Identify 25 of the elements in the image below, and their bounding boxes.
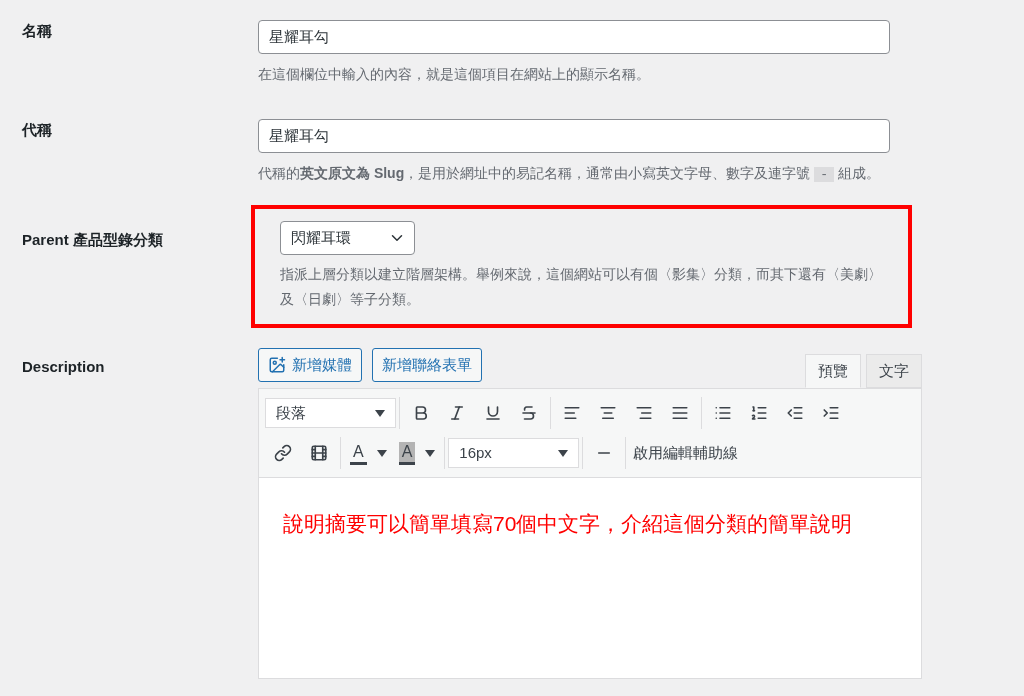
field-label: 代稱 (22, 121, 52, 138)
help-text: 指派上層分類以建立階層架構。舉例來說，這個網站可以有個〈影集〉分類，而其下還有〈美劇〉及〈日劇〉等子分類。 (280, 265, 883, 309)
font-size-select[interactable]: 16px (448, 438, 580, 468)
dropdown-arrow-icon (558, 449, 569, 457)
add-form-button[interactable]: 新增聯絡表單 (372, 348, 482, 382)
text-input[interactable]: 星耀耳勾 (258, 20, 890, 54)
format-select[interactable]: 段落 (265, 398, 396, 428)
text-color-button[interactable]: A (344, 437, 393, 469)
field-label: Description (22, 358, 105, 375)
field-label: 名稱 (22, 22, 52, 39)
guides-toggle[interactable]: 啟用編輯輔助線 (629, 437, 743, 469)
media-icon (268, 356, 286, 374)
dropdown-arrow-icon (376, 449, 387, 457)
dropdown-arrow-icon (425, 449, 436, 457)
dropdown-arrow-icon (375, 409, 385, 417)
background-color-button[interactable]: A (392, 437, 442, 469)
add-media-button[interactable]: 新增媒體 (258, 348, 362, 382)
editor-content[interactable]: 說明摘要可以簡單填寫70個中文字，介紹這個分類的簡單說明 (283, 508, 897, 540)
editor-tab[interactable]: 文字 (866, 354, 922, 388)
help-text: 在這個欄位中輸入的內容，就是這個項目在網站上的顯示名稱。 (258, 65, 651, 84)
text-input[interactable]: 星耀耳勾 (258, 119, 890, 153)
editor-tab[interactable]: 預覽 (805, 354, 861, 388)
parent-select[interactable]: 閃耀耳環 (280, 221, 415, 255)
field-label: Parent 產品型錄分類 (22, 231, 163, 248)
help-text: 代稱的英文原文為 Slug，是用於網址中的易記名稱，通常由小寫英文字母、數字及連字號 - 組成。 (258, 164, 881, 184)
